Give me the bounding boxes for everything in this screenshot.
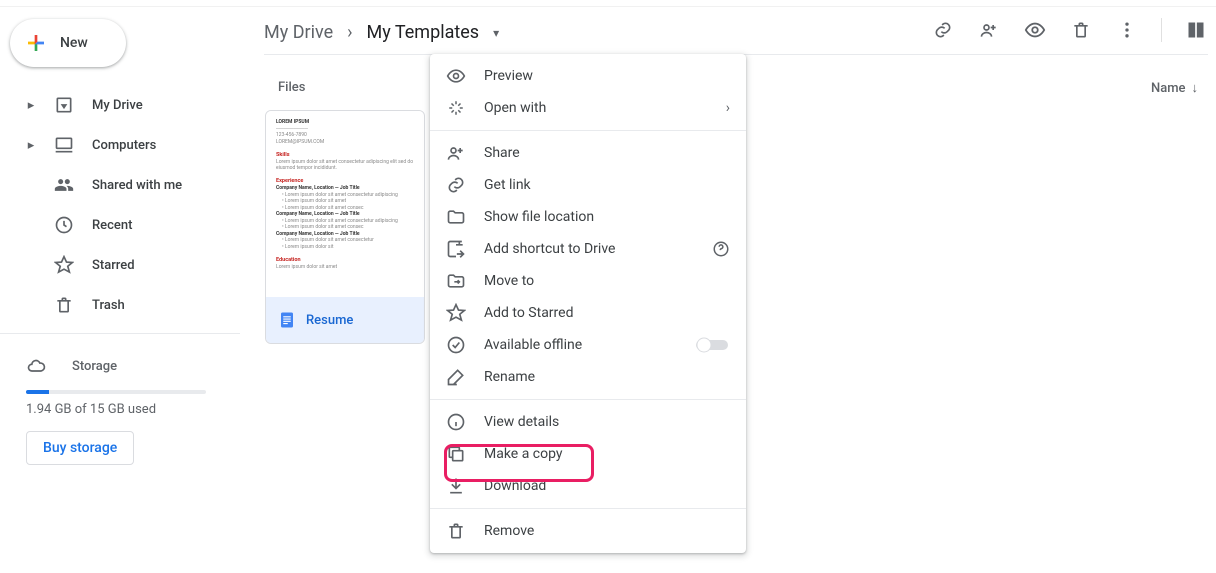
sort-by-name[interactable]: Name ↓: [1151, 80, 1198, 96]
sidebar-item-label: Starred: [92, 258, 135, 273]
menu-item-preview[interactable]: Preview: [430, 60, 746, 92]
sidebar: New ▸ My Drive ▸ Computers ▸ Shared with…: [0, 7, 240, 465]
sidebar-item-storage[interactable]: Storage: [0, 346, 240, 386]
menu-item-remove[interactable]: Remove: [430, 515, 746, 547]
menu-item-add-starred[interactable]: Add to Starred: [430, 297, 746, 329]
menu-item-label: Add to Starred: [484, 305, 573, 321]
shared-icon: [54, 175, 74, 195]
breadcrumb-current[interactable]: My Templates: [367, 22, 480, 43]
sidebar-item-recent[interactable]: ▸ Recent: [0, 205, 240, 245]
storage-label: Storage: [72, 359, 117, 374]
sidebar-item-computers[interactable]: ▸ Computers: [0, 125, 240, 165]
menu-item-label: Get link: [484, 177, 531, 193]
sidebar-item-trash[interactable]: ▸ Trash: [0, 285, 240, 325]
menu-item-label: Available offline: [484, 337, 582, 353]
menu-item-label: Make a copy: [484, 446, 563, 462]
google-doc-icon: [278, 311, 296, 329]
menu-item-view-details[interactable]: View details: [430, 406, 746, 438]
menu-item-label: Open with: [484, 100, 546, 116]
sidebar-item-shared[interactable]: ▸ Shared with me: [0, 165, 240, 205]
preview-icon[interactable]: [1023, 18, 1047, 42]
menu-item-download[interactable]: Download: [430, 470, 746, 502]
delete-icon[interactable]: [1069, 18, 1093, 42]
menu-item-label: Download: [484, 478, 546, 494]
breadcrumb-root[interactable]: My Drive: [264, 22, 333, 43]
sidebar-item-starred[interactable]: ▸ Starred: [0, 245, 240, 285]
starred-icon: [54, 255, 74, 275]
menu-item-offline[interactable]: Available offline: [430, 329, 746, 361]
breadcrumb-dropdown-icon[interactable]: ▾: [493, 26, 499, 40]
help-icon[interactable]: [712, 240, 730, 258]
trash-icon: [446, 521, 466, 541]
buy-storage-button[interactable]: Buy storage: [26, 431, 134, 465]
cloud-icon: [26, 356, 46, 376]
file-thumbnail: LOREM IPSUM ───────── 123-456-7890 LOREM…: [266, 111, 424, 297]
sidebar-item-label: Shared with me: [92, 178, 182, 193]
menu-item-label: Rename: [484, 369, 535, 385]
offline-icon: [446, 335, 466, 355]
menu-item-get-link[interactable]: Get link: [430, 169, 746, 201]
section-header-files: Files: [278, 80, 305, 95]
action-toolbar: [931, 18, 1208, 42]
view-details-icon[interactable]: [1184, 18, 1208, 42]
more-icon[interactable]: [1115, 18, 1139, 42]
star-icon: [446, 303, 466, 323]
menu-item-open-with[interactable]: Open with ›: [430, 92, 746, 124]
get-link-icon[interactable]: [931, 18, 955, 42]
chevron-right-icon: ›: [347, 22, 352, 43]
menu-item-label: Show file location: [484, 209, 594, 225]
breadcrumb: My Drive › My Templates ▾: [264, 22, 499, 43]
storage-quota-text: 1.94 GB of 15 GB used: [26, 402, 240, 417]
menu-item-label: Share: [484, 145, 520, 161]
sort-label-text: Name: [1151, 81, 1186, 96]
link-icon: [446, 175, 466, 195]
my-drive-icon: [54, 95, 74, 115]
menu-item-label: Preview: [484, 68, 533, 84]
sidebar-item-label: Trash: [92, 298, 125, 313]
context-menu: Preview Open with › Share Get link Show …: [430, 54, 746, 553]
menu-item-add-shortcut[interactable]: Add shortcut to Drive: [430, 233, 746, 265]
download-icon: [446, 476, 466, 496]
menu-item-show-location[interactable]: Show file location: [430, 201, 746, 233]
sidebar-item-my-drive[interactable]: ▸ My Drive: [0, 85, 240, 125]
move-icon: [446, 271, 466, 291]
menu-item-label: Add shortcut to Drive: [484, 241, 615, 257]
new-button[interactable]: New: [10, 19, 126, 67]
info-icon: [446, 412, 466, 432]
shortcut-icon: [446, 239, 466, 259]
file-name-label: Resume: [306, 313, 353, 328]
eye-icon: [446, 66, 466, 86]
menu-item-share[interactable]: Share: [430, 137, 746, 169]
copy-icon: [446, 444, 466, 464]
person-add-icon: [446, 143, 466, 163]
expand-icon[interactable]: ▸: [26, 98, 36, 113]
menu-item-label: Remove: [484, 523, 534, 539]
menu-item-rename[interactable]: Rename: [430, 361, 746, 393]
storage-quota-bar: [26, 390, 206, 394]
menu-item-make-copy[interactable]: Make a copy: [430, 438, 746, 470]
trash-icon: [54, 295, 74, 315]
chevron-right-icon: ›: [726, 100, 730, 116]
menu-item-label: View details: [484, 414, 559, 430]
file-card-resume[interactable]: LOREM IPSUM ───────── 123-456-7890 LOREM…: [265, 110, 425, 344]
offline-toggle[interactable]: [694, 336, 730, 354]
recent-icon: [54, 215, 74, 235]
computers-icon: [54, 135, 74, 155]
expand-icon[interactable]: ▸: [26, 138, 36, 153]
arrow-down-icon: ↓: [1192, 80, 1199, 96]
sidebar-item-label: My Drive: [92, 98, 143, 113]
share-icon[interactable]: [977, 18, 1001, 42]
open-with-icon: [446, 98, 466, 118]
plus-icon: [24, 31, 48, 55]
sidebar-item-label: Computers: [92, 138, 156, 153]
folder-icon: [446, 207, 466, 227]
sidebar-item-label: Recent: [92, 218, 132, 233]
rename-icon: [446, 367, 466, 387]
menu-item-move-to[interactable]: Move to: [430, 265, 746, 297]
new-button-label: New: [60, 35, 88, 51]
menu-item-label: Move to: [484, 273, 534, 289]
